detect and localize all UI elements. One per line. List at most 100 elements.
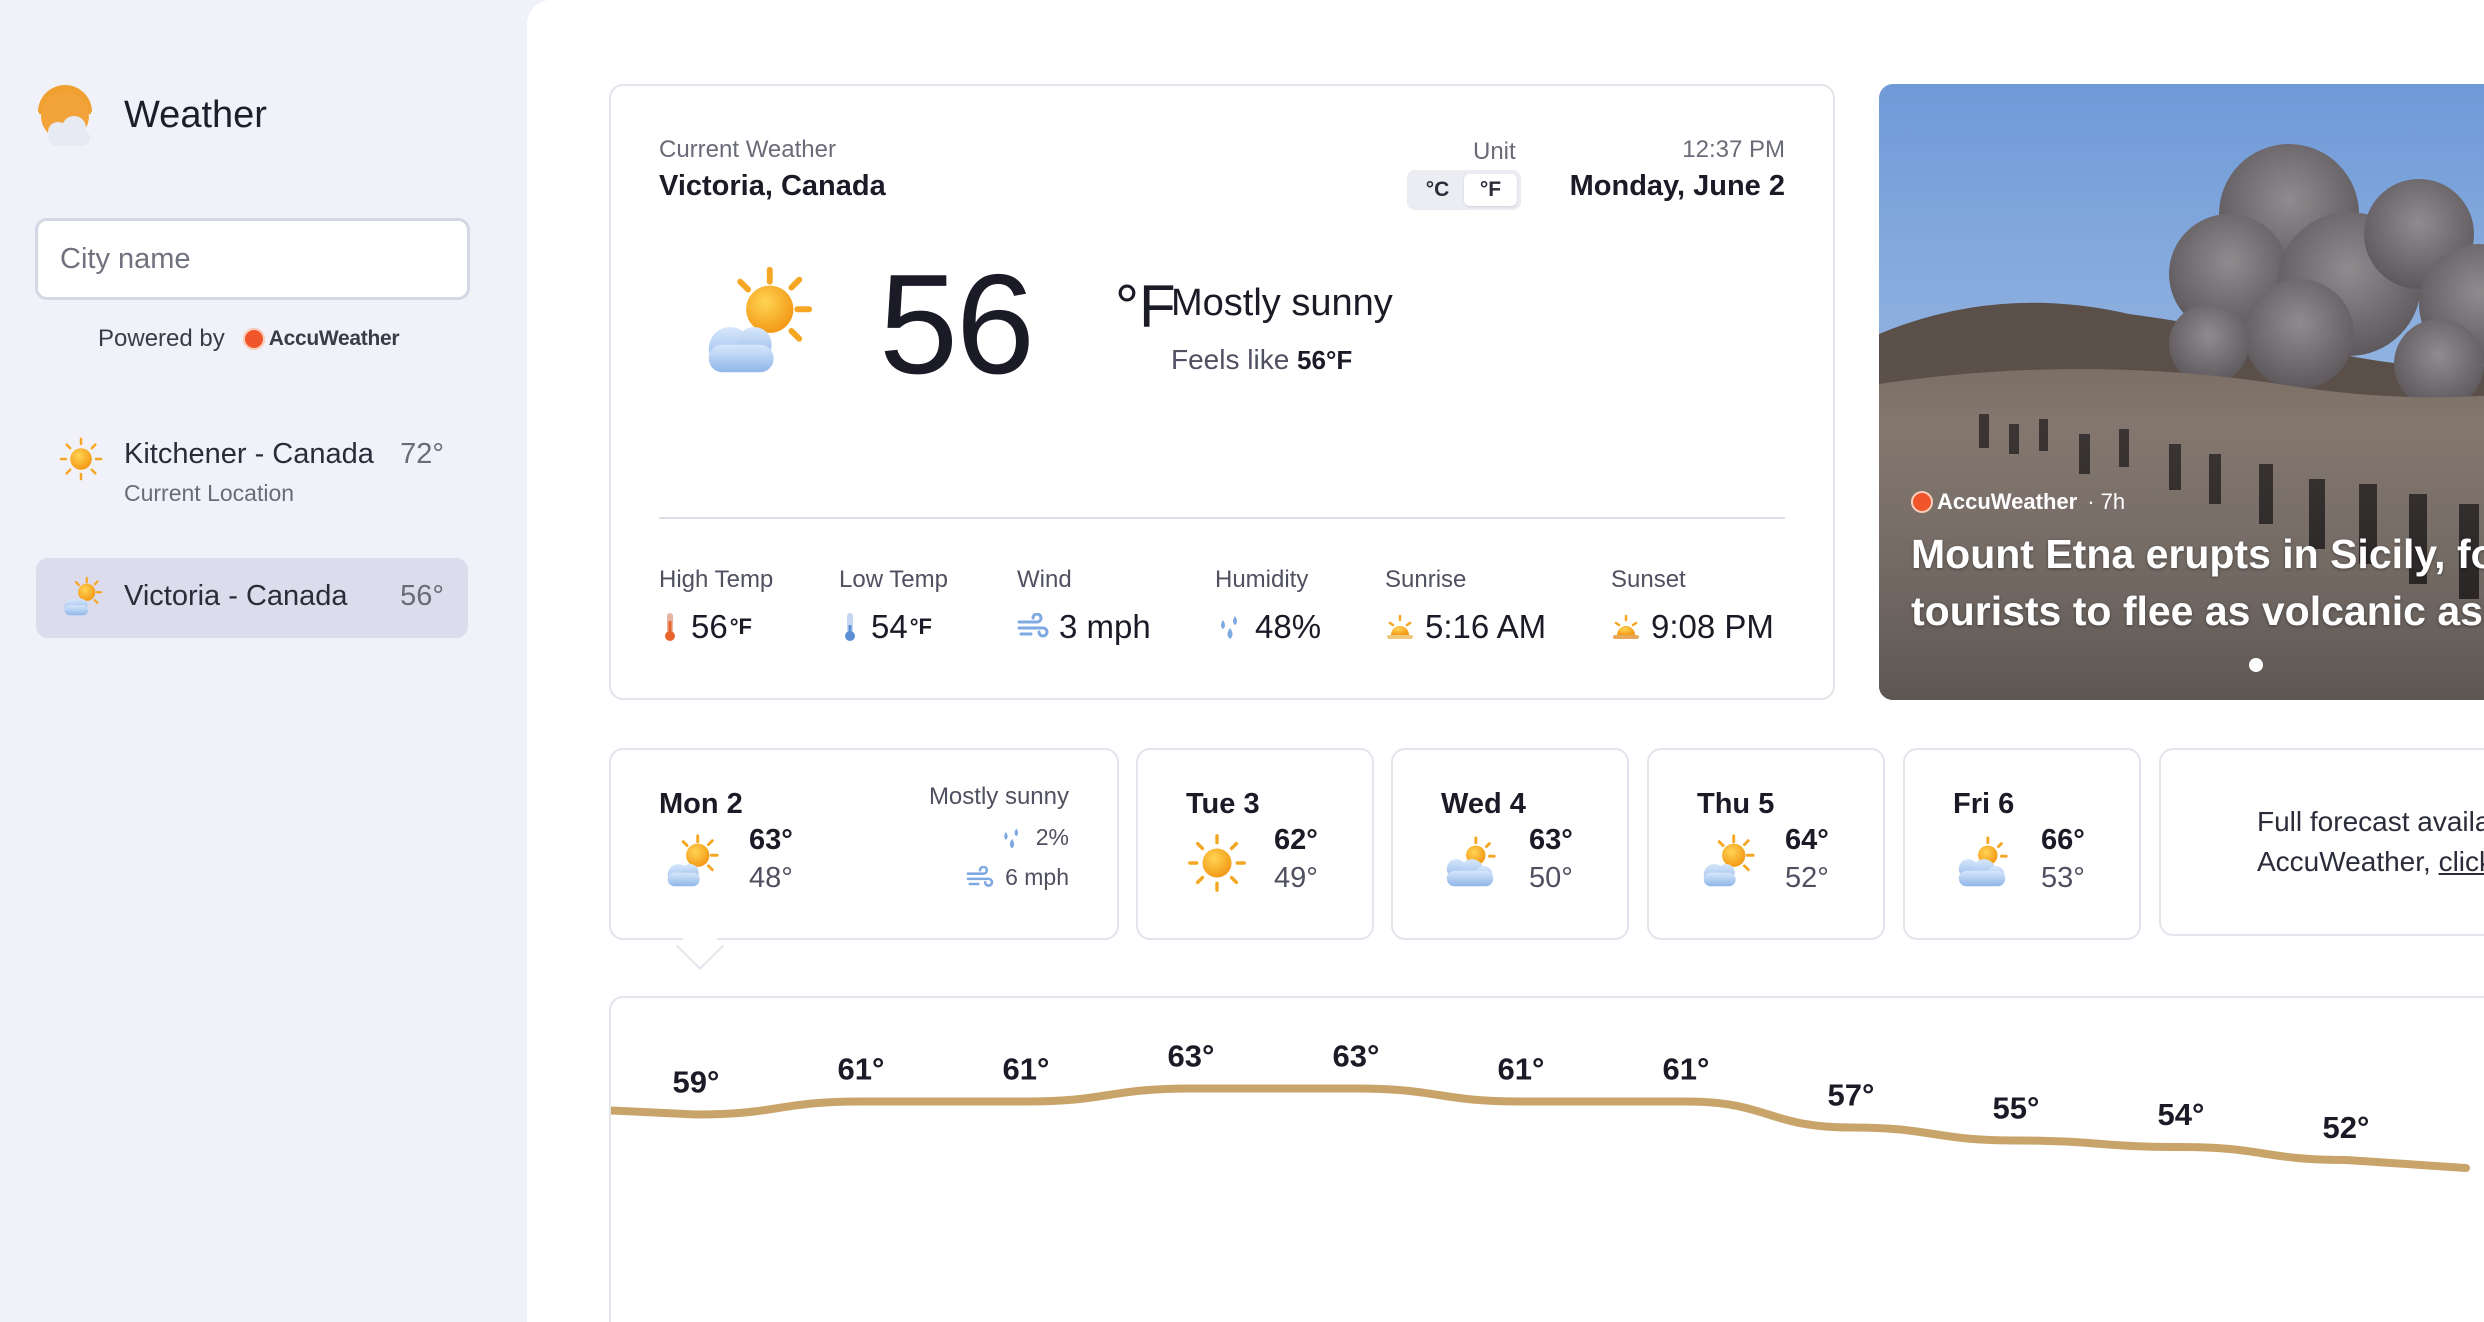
stat-label: Wind	[1017, 566, 1072, 593]
day-name: Wed 4	[1441, 788, 1526, 820]
stat-value: 3 mph	[1017, 608, 1151, 646]
hourly-temp-label: 61°	[1663, 1052, 1710, 1087]
accuweather-logo[interactable]: AccuWeather	[242, 327, 400, 351]
stat-humidity: Humidity 48%	[1215, 566, 1321, 646]
hourly-chart-svg: 59° 61° 61° 63° 63° 61° 61° 57° 55° 54° 52°	[611, 1039, 2470, 1172]
humidity-drops-icon	[1221, 616, 1237, 639]
humidity-value: 48%	[1255, 608, 1322, 645]
stat-high: High Temp 56 °F	[659, 566, 773, 646]
app-logo-icon	[38, 85, 92, 146]
day-high: 63°	[749, 824, 793, 856]
wind-icon	[1017, 613, 1049, 638]
stat-value: 9:08 PM	[1611, 608, 1774, 646]
stat-value: 5:16 AM	[1385, 608, 1546, 646]
day-precip: 2%	[998, 824, 1069, 851]
full-forecast-prefix: AccuWeather,	[2257, 846, 2439, 877]
stat-sunrise: Sunrise 5:16 AM	[1385, 566, 1546, 646]
current-temperature: 56	[879, 245, 1035, 404]
stat-value: 54 °F	[839, 608, 948, 646]
location-item-victoria[interactable]: Victoria - Canada 56°	[36, 558, 468, 638]
hourly-temp-label: 52°	[2323, 1110, 2370, 1145]
unit-toggle: °C °F	[1407, 170, 1521, 210]
location-item-kitchener[interactable]: Kitchener - Canada 72° Current Location	[36, 418, 468, 518]
unit-fahrenheit-button[interactable]: °F	[1464, 174, 1517, 206]
location-subtitle: Current Location	[124, 480, 295, 506]
day-wind-value: 6 mph	[1005, 864, 1069, 890]
divider	[659, 517, 1785, 519]
app-title: Weather	[124, 94, 267, 136]
forecast-day-card[interactable]: Wed 4 63° 50°	[1391, 748, 1629, 940]
full-forecast-text: Full forecast available at	[2257, 806, 2484, 837]
high-temp-unit: °F	[729, 614, 752, 639]
hourly-temp-label: 57°	[1828, 1078, 1875, 1113]
carousel-dot[interactable]	[2249, 658, 2263, 672]
day-high: 62°	[1274, 824, 1318, 856]
feels-like-label: Feels like	[1171, 344, 1290, 375]
unit-celsius-button[interactable]: °C	[1411, 174, 1464, 206]
sun-icon	[58, 436, 104, 482]
stat-low: Low Temp 54 °F	[839, 566, 948, 646]
city-search-input[interactable]	[35, 218, 470, 300]
stat-label: Humidity	[1215, 566, 1309, 593]
feels-like: Feels like 56°F	[1171, 344, 1352, 376]
hourly-temp-label: 55°	[1993, 1091, 2040, 1126]
sunset-value: 9:08 PM	[1651, 608, 1774, 645]
hourly-temperature-chart: 59° 61° 61° 63° 63° 61° 61° 57° 55° 54° 52°	[609, 996, 2484, 1322]
full-forecast-link[interactable]: click here	[2439, 846, 2484, 877]
feels-like-value: 56	[1297, 345, 1326, 375]
day-low: 52°	[1785, 862, 1829, 894]
stat-label: Sunrise	[1385, 566, 1467, 593]
day-high: 63°	[1529, 824, 1573, 856]
forecast-day-card[interactable]: Tue 3 62° 49°	[1136, 748, 1374, 940]
unit-label: Unit	[1473, 138, 1516, 165]
sunset-icon	[1613, 614, 1639, 639]
accuweather-sun-icon	[242, 328, 265, 350]
day-wind: 6 mph	[965, 864, 1069, 891]
cloudy-sun-icon	[1439, 832, 1501, 894]
hourly-temp-label: 63°	[1333, 1039, 1380, 1074]
location-name: Kitchener - Canada	[124, 438, 374, 470]
sun-icon	[1186, 832, 1248, 894]
hourly-temp-label: 61°	[838, 1052, 885, 1087]
high-temp-value: 56	[691, 608, 728, 645]
accuweather-brand: AccuWeather	[268, 327, 400, 350]
current-weather-card: Current Weather Victoria, Canada Unit °C…	[609, 84, 1835, 700]
stat-value: 56 °F	[659, 608, 773, 646]
sunrise-icon	[1387, 614, 1413, 639]
location-temp: 72°	[400, 438, 444, 470]
low-temp-unit: °F	[909, 614, 932, 639]
current-condition: Mostly sunny	[1171, 282, 1393, 324]
sidebar: Weather Powered by AccuWeather Kitchener…	[0, 0, 527, 1322]
day-condition: Mostly sunny	[928, 783, 1069, 810]
hourly-temp-label: 59°	[673, 1065, 720, 1100]
hourly-temp-label: 63°	[1168, 1039, 1215, 1074]
selected-day-pointer	[675, 921, 725, 971]
stat-label: Low Temp	[839, 566, 948, 593]
forecast-day-card[interactable]: Thu 5 64° 52°	[1647, 748, 1885, 940]
news-card[interactable]: AccuWeather · 7h Mount Etna erupts in Si…	[1879, 84, 2484, 700]
forecast-day-card[interactable]: Fri 6 66° 53°	[1903, 748, 2141, 940]
day-low: 48°	[749, 862, 793, 894]
day-name: Thu 5	[1697, 788, 1775, 820]
wind-icon	[966, 865, 994, 887]
full-forecast-card: Full forecast available at AccuWeather, …	[2159, 748, 2484, 936]
thermometer-low-icon	[845, 613, 855, 641]
feels-like-unit: °F	[1325, 345, 1353, 375]
powered-by: Powered by AccuWeather	[98, 325, 400, 353]
hourly-temp-label: 61°	[1498, 1052, 1545, 1087]
day-precip-value: 2%	[1035, 824, 1069, 850]
forecast-day-card-selected[interactable]: Mon 2 63° 48° Mostly sunny 2% 6 mph	[609, 748, 1119, 971]
stat-label: Sunset	[1611, 566, 1686, 593]
full-forecast-text-line2: AccuWeather, click here	[2257, 846, 2484, 878]
powered-by-label: Powered by	[98, 325, 225, 352]
current-temperature-unit: °F	[1115, 273, 1176, 340]
news-source-name: AccuWeather	[1937, 489, 2078, 514]
day-low: 50°	[1529, 862, 1573, 894]
news-headline[interactable]: Mount Etna erupts in Sicily, forcing tou…	[1911, 526, 2484, 640]
hourly-temp-label: 61°	[1003, 1052, 1050, 1087]
current-date: Monday, June 2	[1569, 170, 1785, 202]
day-name: Tue 3	[1186, 788, 1260, 820]
day-low: 53°	[2041, 862, 2085, 894]
low-temp-value: 54	[871, 608, 908, 645]
partly-sunny-icon	[58, 575, 104, 621]
